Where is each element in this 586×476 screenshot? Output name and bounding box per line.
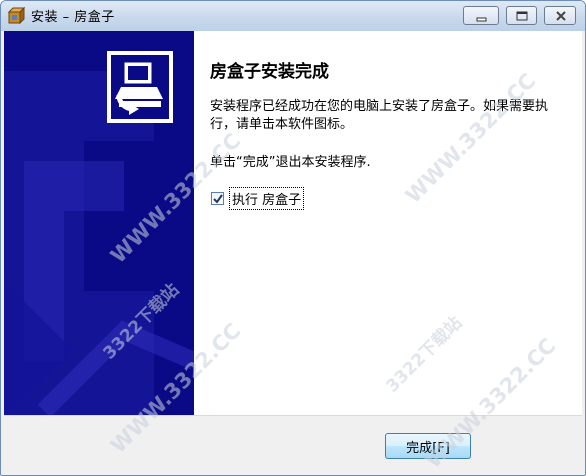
button-bar: 完成[F] <box>4 415 582 474</box>
close-icon <box>556 11 566 21</box>
minimize-icon <box>476 17 487 22</box>
page-title: 房盒子安装完成 <box>210 62 329 82</box>
computer-install-icon <box>115 62 163 115</box>
run-checkbox-label[interactable]: 执行 房盒子 <box>229 186 305 210</box>
maximize-icon <box>516 11 528 21</box>
run-after-install-option[interactable]: 执行 房盒子 <box>211 186 305 210</box>
installer-logo <box>107 51 173 123</box>
minimize-button[interactable] <box>463 6 499 25</box>
maximize-button[interactable] <box>506 6 537 25</box>
checkmark-icon <box>213 193 223 204</box>
window-title: 安装 – 房盒子 <box>31 10 115 25</box>
app-box-icon <box>7 6 26 25</box>
close-button[interactable] <box>544 6 576 25</box>
run-checkbox[interactable] <box>211 191 224 205</box>
title-bar[interactable]: 安装 – 房盒子 <box>1 1 585 31</box>
installer-window: 安装 – 房盒子 房盒子安装完成 安装程序已经成功在您的电脑上安装了房盒子。如果… <box>0 0 586 476</box>
